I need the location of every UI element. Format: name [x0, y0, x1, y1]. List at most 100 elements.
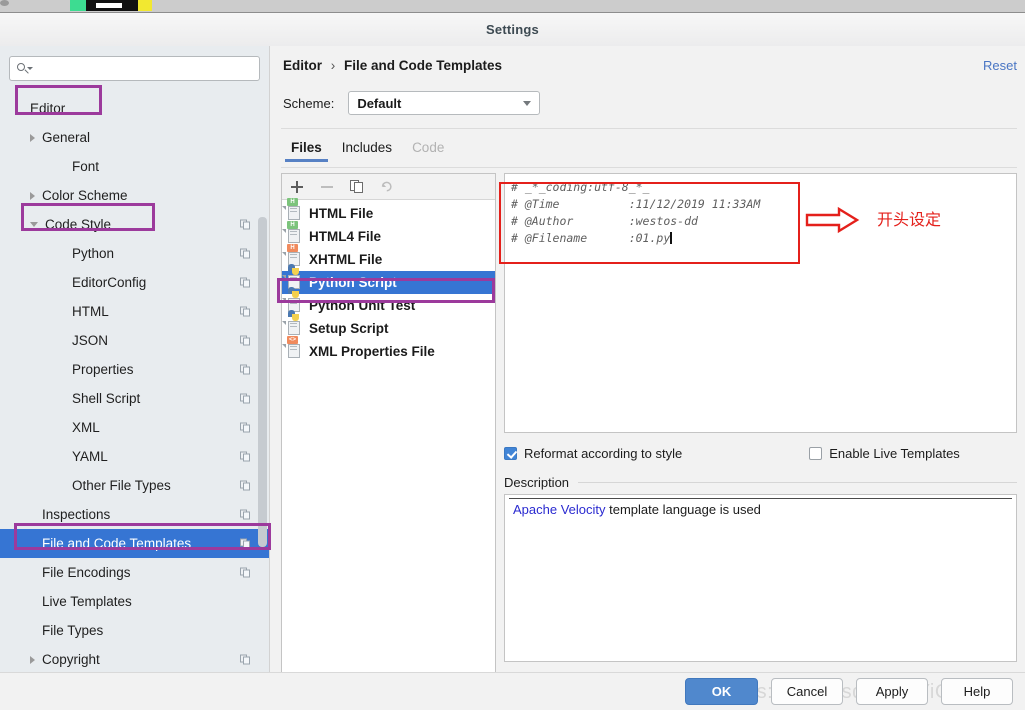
search-box[interactable] [9, 56, 260, 81]
ok-button[interactable]: OK [685, 678, 758, 705]
dialog-body: Editor General Font Color Scheme Code Style P… [0, 46, 1025, 703]
template-list-item-label: Python Script [309, 275, 397, 290]
description-legend-row: Description [504, 474, 1017, 490]
scheme-row: Scheme: Default [283, 91, 541, 115]
settings-copy-icon[interactable] [240, 422, 251, 433]
sidebar-item-label: File Types [42, 623, 104, 638]
chevron-right-icon[interactable] [30, 191, 35, 200]
copy-template-icon[interactable] [349, 179, 365, 195]
sidebar-item-color-scheme[interactable]: Color Scheme [0, 181, 269, 210]
chevron-right-icon[interactable] [30, 655, 35, 664]
checkbox-checked-icon [504, 446, 517, 460]
search-icon [16, 62, 33, 76]
enable-live-templates-checkbox[interactable]: Enable Live Templates [809, 446, 960, 461]
apache-velocity-link[interactable]: Apache Velocity [513, 502, 606, 517]
settings-copy-icon[interactable] [240, 306, 251, 317]
dialog-button-bar: https://blog.csdn.net/YiGong96 OK Cancel… [0, 672, 1025, 710]
text-caret [670, 232, 672, 244]
settings-copy-icon[interactable] [240, 451, 251, 462]
sidebar-item-file-types[interactable]: File Types [0, 616, 269, 645]
sidebar-item-properties[interactable]: Properties [0, 355, 269, 384]
template-list-item[interactable]: <> XML Properties File [282, 335, 495, 363]
sidebar-item-inspections[interactable]: Inspections [0, 500, 269, 529]
sidebar-item-label: Code Style [45, 217, 112, 232]
settings-copy-icon[interactable] [240, 480, 251, 491]
breadcrumb-root[interactable]: Editor [283, 58, 322, 73]
chevron-right-icon[interactable] [30, 133, 35, 142]
description-box[interactable]: Apache Velocity template language is use… [504, 494, 1017, 662]
template-list-item[interactable]: H HTML4 File [282, 220, 495, 248]
apply-button[interactable]: Apply [856, 678, 928, 705]
templates-list-panel: H HTML File H HTML4 File H XHTML File Python S… [281, 173, 496, 703]
settings-copy-icon[interactable] [240, 393, 251, 404]
sidebar-item-json[interactable]: JSON [0, 326, 269, 355]
search-input[interactable] [33, 60, 253, 77]
sidebar-item-yaml[interactable]: YAML [0, 442, 269, 471]
sidebar-item-general[interactable]: General [0, 123, 269, 152]
html-file-icon: H [282, 197, 303, 222]
live-templates-label: Enable Live Templates [829, 445, 960, 461]
editor-line: # @Filename :01.py [511, 231, 672, 245]
editor-line: # _*_coding:utf-8_*_ [511, 180, 650, 194]
template-list-item[interactable]: Python Script [282, 263, 495, 294]
template-list-item[interactable]: H HTML File [282, 197, 495, 225]
template-list-item[interactable]: Python Unit Test [282, 286, 495, 317]
sidebar-item-label: Python [72, 246, 115, 261]
settings-copy-icon[interactable] [240, 567, 251, 578]
settings-copy-icon[interactable] [240, 509, 251, 520]
template-list-item-label: Setup Script [309, 321, 389, 336]
sidebar-item-copyright[interactable]: Copyright [0, 645, 269, 674]
desktop-background-strip [0, 0, 1025, 12]
sidebar-item-label: XML [72, 420, 100, 435]
sidebar-item-code-style[interactable]: Code Style [0, 210, 269, 239]
sidebar-item-file-and-code-templates[interactable]: File and Code Templates [0, 529, 269, 558]
settings-copy-icon[interactable] [240, 364, 251, 375]
tab-files[interactable]: Files [281, 140, 332, 162]
settings-copy-icon[interactable] [240, 538, 251, 549]
desktop-decoration-yellow [138, 0, 152, 11]
sidebar-item-live-templates[interactable]: Live Templates [0, 587, 269, 616]
desktop-decoration-green [70, 0, 86, 11]
settings-copy-icon[interactable] [240, 335, 251, 346]
description-text: Apache Velocity template language is use… [513, 502, 1008, 517]
add-template-icon[interactable] [289, 179, 305, 195]
reformat-label: Reformat according to style [524, 445, 683, 461]
sidebar-item-python[interactable]: Python [0, 239, 269, 268]
python-file-icon [282, 309, 303, 337]
tab-code: Code [412, 140, 445, 155]
sidebar-item-other-file-types[interactable]: Other File Types [0, 471, 269, 500]
sidebar-item-label: Inspections [42, 507, 111, 522]
sidebar-item-file-encodings[interactable]: File Encodings [0, 558, 269, 587]
description-legend: Description [504, 474, 570, 490]
settings-copy-icon[interactable] [240, 277, 251, 288]
remove-template-icon [319, 179, 335, 195]
settings-copy-icon[interactable] [240, 248, 251, 259]
settings-copy-icon[interactable] [240, 654, 251, 665]
chevron-down-icon[interactable] [30, 222, 38, 227]
sidebar-item-shell-script[interactable]: Shell Script [0, 384, 269, 413]
help-button[interactable]: Help [941, 678, 1013, 705]
breadcrumb-separator-icon: › [330, 58, 336, 73]
sidebar-item-font[interactable]: Font [0, 152, 269, 181]
template-list-item[interactable]: H XHTML File [282, 243, 495, 271]
scheme-label: Scheme: [283, 95, 335, 111]
template-list-item[interactable]: Setup Script [282, 309, 495, 340]
dialog-buttons: OK Cancel Apply Help [685, 678, 1013, 705]
annotation-note-text: 开头设定 [877, 210, 942, 229]
sidebar-item-xml[interactable]: XML [0, 413, 269, 442]
dialog-title: Settings [486, 22, 539, 37]
sidebar-scrollbar-thumb[interactable] [258, 217, 267, 547]
sidebar-item-html[interactable]: HTML [0, 297, 269, 326]
tab-includes[interactable]: Includes [332, 140, 402, 161]
template-list-item-label: HTML4 File [309, 229, 382, 244]
sidebar-item-editor[interactable]: Editor [0, 94, 269, 123]
settings-dialog: Settings Editor General Font Color Scheme Co… [0, 12, 1025, 710]
sidebar-item-editorconfig[interactable]: EditorConfig [0, 268, 269, 297]
reformat-according-to-style-checkbox[interactable]: Reformat according to style [504, 446, 682, 461]
scheme-dropdown[interactable]: Default [348, 91, 541, 115]
description-top-rule [509, 498, 1012, 499]
sidebar-item-label: General [42, 130, 91, 145]
cancel-button[interactable]: Cancel [771, 678, 843, 705]
settings-copy-icon[interactable] [240, 219, 251, 230]
reset-link[interactable]: Reset [983, 58, 1017, 73]
